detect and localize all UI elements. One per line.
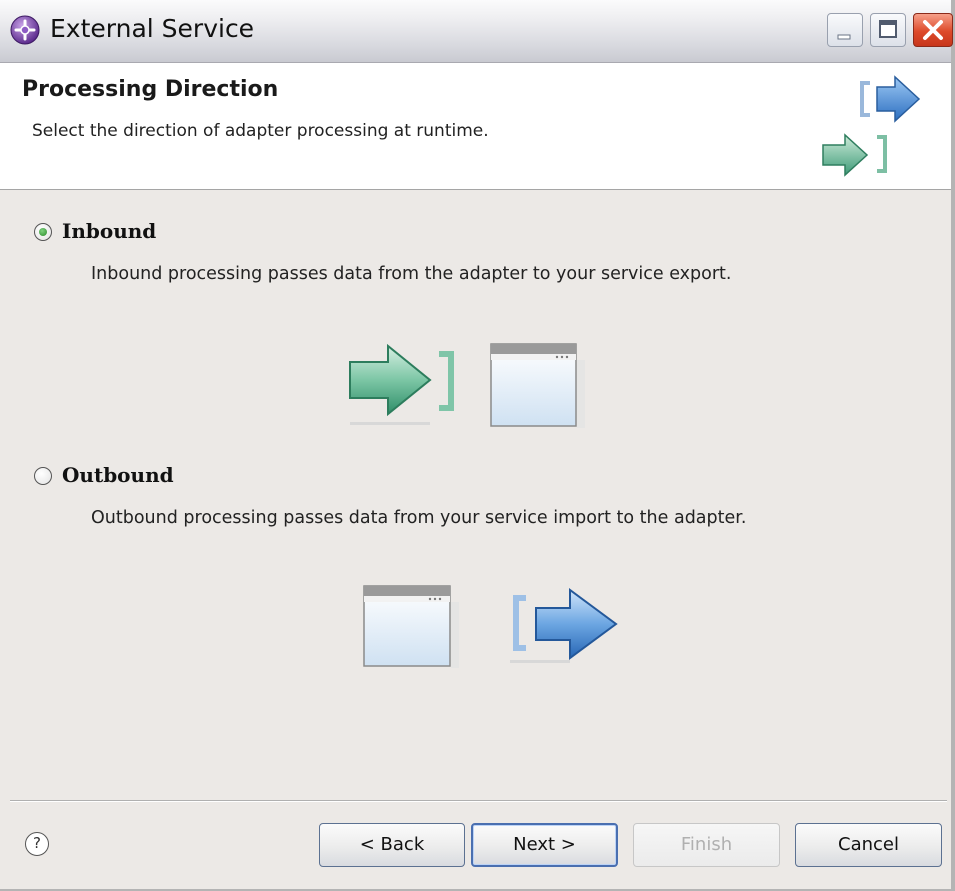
direction-banner-icon [822, 75, 921, 177]
outbound-radio[interactable] [34, 467, 52, 485]
inbound-illustration [349, 343, 585, 428]
minimize-icon [837, 34, 851, 40]
help-icon[interactable]: ? [25, 832, 49, 856]
next-button[interactable]: Next > [471, 823, 618, 867]
footer-separator [10, 800, 947, 802]
inbound-radio[interactable] [34, 223, 52, 241]
cancel-button[interactable]: Cancel [795, 823, 942, 867]
page-title: Processing Direction [22, 77, 279, 102]
blue-arrow-icon [510, 588, 618, 663]
wizard-header: Processing Direction Select the directio… [0, 63, 951, 190]
finish-button: Finish [633, 823, 780, 867]
window-title: External Service [50, 14, 255, 43]
maximize-icon [879, 20, 897, 38]
outbound-description: Outbound processing passes data from you… [91, 508, 747, 528]
wizard-dialog: External Service Processing Direction Se… [0, 0, 955, 891]
inbound-description: Inbound processing passes data from the … [91, 264, 732, 284]
minimize-button[interactable] [827, 13, 863, 47]
inbound-label[interactable]: Inbound [62, 219, 156, 243]
close-button[interactable] [913, 13, 953, 47]
close-icon [923, 20, 943, 40]
green-arrow-icon [349, 343, 454, 425]
title-bar[interactable]: External Service [0, 0, 953, 63]
page-description: Select the direction of adapter processi… [32, 121, 489, 141]
maximize-button[interactable] [870, 13, 906, 47]
window-icon [490, 343, 585, 428]
back-button[interactable]: < Back [319, 823, 465, 867]
outbound-label[interactable]: Outbound [62, 463, 174, 487]
outbound-illustration [363, 585, 618, 668]
window-icon [363, 585, 459, 668]
app-icon [10, 15, 40, 45]
